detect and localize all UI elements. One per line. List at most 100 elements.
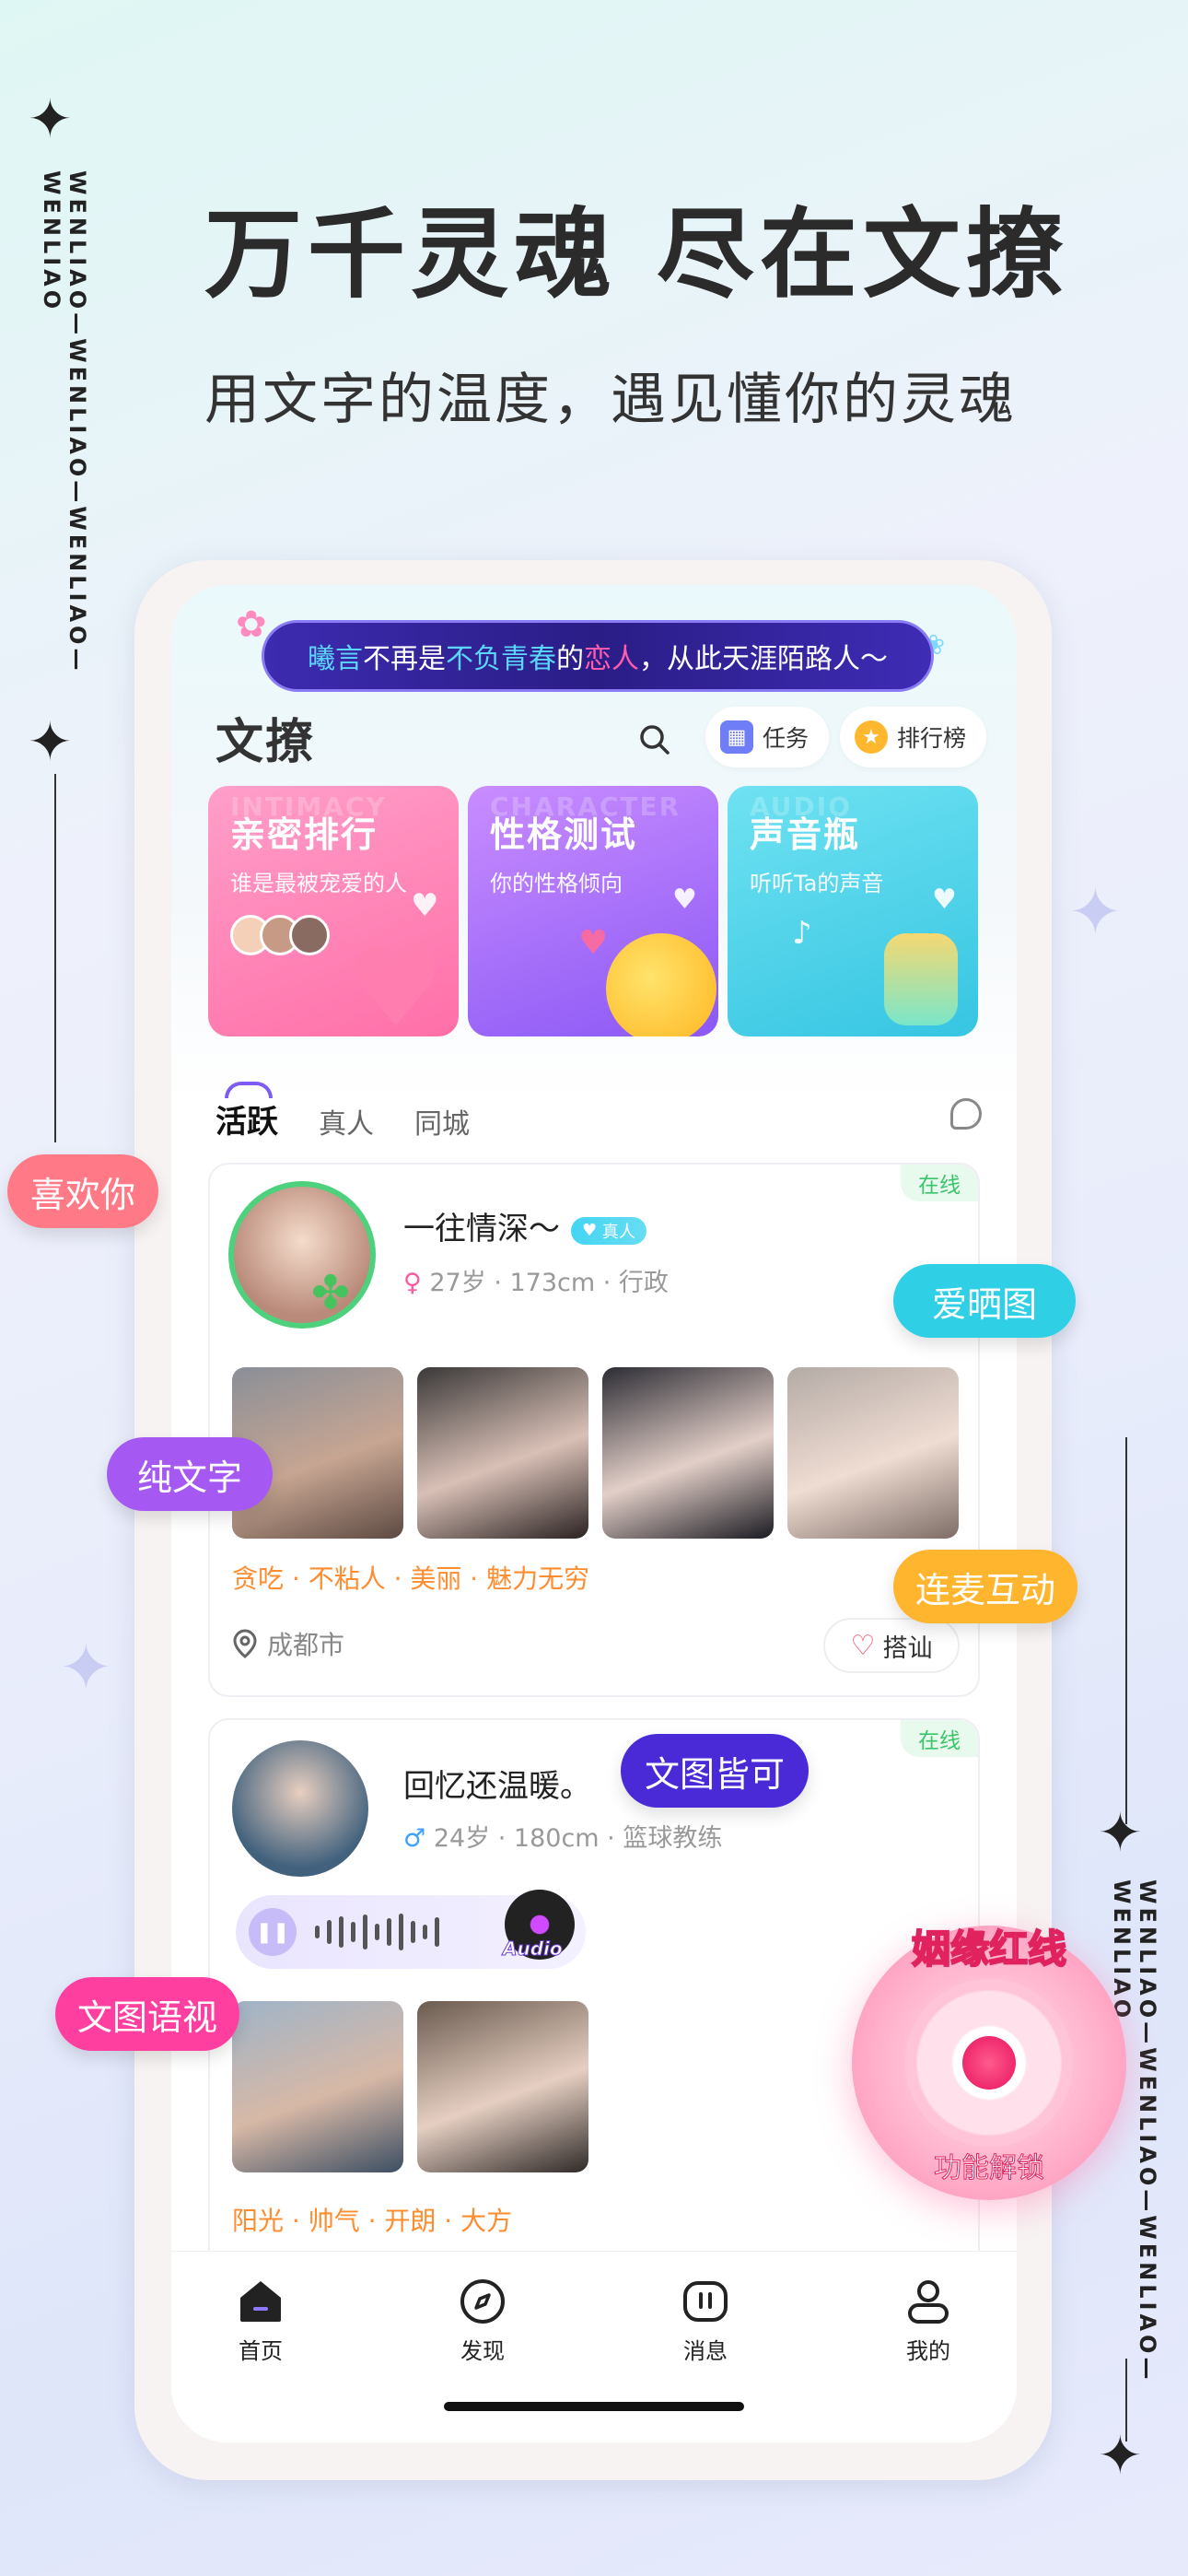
photo[interactable] — [417, 2001, 588, 2172]
photo[interactable] — [232, 2001, 403, 2172]
avatar — [289, 915, 330, 955]
task-button[interactable]: ▦ 任务 — [705, 707, 830, 767]
pause-icon[interactable]: ❚❚ — [249, 1908, 297, 1956]
verified-badge: ♥ 真人 — [571, 1216, 646, 1245]
home-indicator — [444, 2402, 744, 2411]
compass-icon — [459, 2277, 507, 2325]
banner-text: ，从此天涯陌路人～ — [639, 643, 888, 675]
banner-text: 的 — [556, 643, 584, 675]
avatar-stack — [230, 915, 330, 955]
heart-icon: ♥ — [411, 887, 439, 924]
tab-local[interactable]: 同城 — [414, 1101, 470, 1142]
user-card[interactable]: 在线 ✤ 一往情深～ ♥ 真人 ♀ 27岁 · 173cm · 行政 贪吃 · 不… — [208, 1163, 980, 1697]
label-show-pics: 爱晒图 — [893, 1264, 1076, 1338]
calendar-icon: ▦ — [720, 720, 753, 754]
heart-icon: ♥ — [932, 884, 957, 916]
tab-active[interactable]: 活跃 — [215, 1082, 278, 1142]
user-name: 回忆还温暖。 — [403, 1768, 591, 1805]
redline-feature[interactable]: 姻缘红线 功能解锁 — [852, 1926, 1126, 2200]
user-name: 一往情深～ ♥ 真人 — [403, 1203, 646, 1248]
card-title: 声音瓶 — [750, 814, 861, 855]
nav-label: 我的 — [906, 2338, 950, 2364]
card-subtitle: 谁是最被宠爱的人 — [230, 871, 407, 896]
intimacy-rank-card[interactable]: INTIMACY 亲密排行 谁是最被宠爱的人 ♥ ♥ — [208, 786, 459, 1036]
user-meta: ♀ 27岁 · 173cm · 行政 — [403, 1262, 669, 1298]
user-meta: ♂ 24岁 · 180cm · 篮球教练 — [403, 1818, 722, 1854]
audio-label: Audio — [503, 1938, 564, 1961]
user-tags: 贪吃 · 不粘人 · 美丽 · 魅力无穷 — [232, 1563, 590, 1594]
photo[interactable] — [417, 1367, 588, 1539]
label-pure-text: 纯文字 — [107, 1437, 273, 1511]
online-badge: 在线 — [901, 1165, 978, 1201]
nav-home[interactable]: 首页 — [205, 2277, 316, 2365]
card-title: 性格测试 — [490, 814, 638, 855]
label-voice-chat: 连麦互动 — [893, 1550, 1077, 1623]
voice-bottle-card[interactable]: AUDIO 声音瓶 听听Ta的声音 ♪ ♥ — [728, 786, 978, 1036]
greet-button[interactable]: ♡ 搭讪 — [823, 1618, 960, 1673]
banner-name: 不负青春 — [446, 643, 556, 675]
location: 成都市 — [232, 1625, 344, 1662]
app-logo: 文撩 — [215, 715, 316, 770]
user-meta-text: 24岁 · 180cm · 篮球教练 — [433, 1824, 723, 1853]
heart-icon: ♥ — [578, 924, 609, 962]
nav-profile[interactable]: 我的 — [873, 2277, 984, 2365]
greet-label: 搭讪 — [882, 1633, 933, 1663]
male-icon: ♂ — [403, 1824, 426, 1853]
emoji-face-icon — [606, 933, 716, 1036]
home-icon — [237, 2277, 285, 2325]
clover-icon: ✤ — [311, 1266, 350, 1319]
avatar[interactable] — [228, 1181, 376, 1329]
nav-label: 消息 — [683, 2338, 728, 2364]
waveform-icon — [315, 1914, 439, 1950]
label-text-pic: 文图皆可 — [621, 1734, 809, 1808]
chat-bubble-icon[interactable] — [950, 1098, 982, 1130]
nav-messages[interactable]: 消息 — [650, 2277, 761, 2365]
hero-subtitle: 用文字的温度，遇见懂你的灵魂 — [204, 368, 1017, 432]
bottom-nav: 首页 发现 消息 我的 — [171, 2251, 1017, 2442]
redline-button[interactable] — [962, 2036, 1016, 2090]
sparkle-icon: ✦ — [1068, 874, 1123, 950]
user-icon — [904, 2277, 952, 2325]
female-icon: ♀ — [403, 1269, 422, 1297]
voice-message[interactable]: ❚❚ Audio — [236, 1890, 586, 1969]
notice-banner[interactable]: 曦言 不再是 不负青春 的 恋人 ，从此天涯陌路人～ — [262, 620, 934, 692]
sparkle-star-icon: ✦ — [1098, 1801, 1143, 1864]
redline-subtitle: 功能解锁 — [934, 2152, 1045, 2185]
location-text: 成都市 — [267, 1630, 345, 1660]
photo[interactable] — [787, 1367, 959, 1539]
heart-icon: ♥ — [346, 924, 446, 1036]
photo[interactable] — [602, 1367, 774, 1539]
nav-label: 首页 — [239, 2338, 283, 2364]
search-icon[interactable] — [636, 721, 673, 758]
rank-button[interactable]: ★ 排行榜 — [840, 707, 987, 767]
feed-tabs: 活跃 真人 同城 — [215, 1082, 470, 1142]
avatar[interactable] — [232, 1740, 368, 1877]
label-like: 喜欢你 — [7, 1154, 158, 1228]
user-meta-text: 27岁 · 173cm · 行政 — [429, 1269, 669, 1297]
heart-chat-icon: ♡ — [850, 1629, 876, 1662]
sparkle-star-icon: ✦ — [28, 88, 73, 150]
message-icon — [681, 2277, 729, 2325]
personality-test-card[interactable]: CHARACTER 性格测试 你的性格倾向 ♥ ♥ — [468, 786, 718, 1036]
banner-highlight: 恋人 — [584, 643, 639, 675]
verified-badge-label: 真人 — [601, 1222, 635, 1242]
location-pin-icon — [233, 1629, 257, 1658]
side-text-left: WENLIAO—WENLIAO—WENLIAO—WENLIAO — [39, 170, 90, 674]
sparkle-icon: ✦ — [59, 1630, 113, 1705]
sparkle-star-icon: ✦ — [1098, 2424, 1143, 2487]
redline-inner-ring — [905, 1979, 1073, 2147]
tab-real[interactable]: 真人 — [319, 1101, 374, 1142]
flower-decoration-icon: ✿ — [236, 603, 267, 646]
online-badge: 在线 — [901, 1720, 978, 1757]
redline-title: 姻缘红线 — [911, 1926, 1067, 1973]
nav-label: 发现 — [460, 2338, 505, 2364]
banner-name: 曦言 — [308, 643, 363, 675]
heart-icon: ♥ — [582, 1221, 598, 1240]
music-note-icon: ♪ — [792, 915, 812, 952]
nav-discover[interactable]: 发现 — [427, 2277, 538, 2365]
user-tags: 阳光 · 帅气 · 开朗 · 大方 — [232, 2206, 513, 2236]
card-subtitle: 听听Ta的声音 — [750, 871, 884, 896]
task-label: 任务 — [763, 725, 809, 752]
card-title: 亲密排行 — [230, 814, 379, 855]
heart-icon: ♥ — [672, 884, 697, 916]
